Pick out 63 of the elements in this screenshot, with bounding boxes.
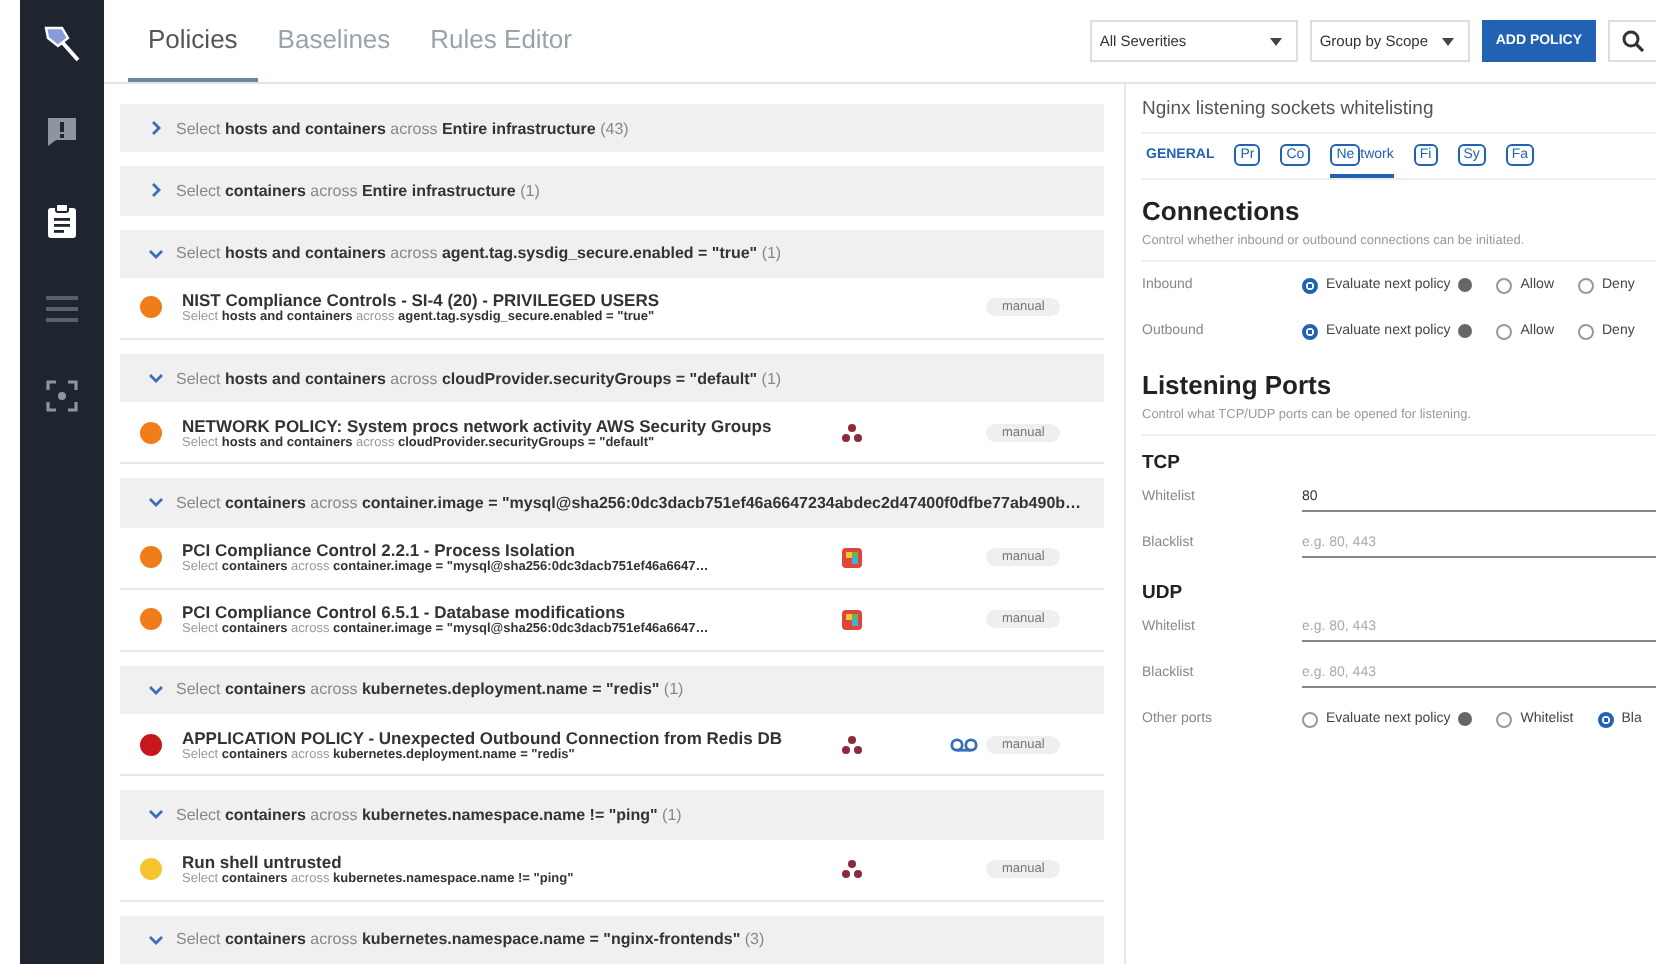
capture-icon — [46, 380, 78, 412]
help-icon — [1458, 324, 1473, 338]
clipboard-icon — [48, 203, 76, 237]
list-icon — [46, 295, 78, 321]
search-field[interactable] — [1608, 20, 1656, 62]
policy-name: NIST Compliance Controls - SI-4 (20) - PRIVILEGED USERS — [182, 290, 662, 311]
scope-title: Select containers across kubernetes.namespace.name != "ping" (1) — [176, 805, 682, 824]
chevron-right-icon — [148, 182, 164, 199]
protocol-heading: UDP — [1142, 582, 1185, 604]
radio-button[interactable] — [1578, 277, 1594, 293]
policy-name: PCI Compliance Control 6.5.1 - Database modifications — [182, 602, 626, 623]
nodes-icon — [842, 860, 862, 879]
recording-icon — [950, 737, 978, 752]
radio-button[interactable] — [1496, 277, 1513, 293]
scope-group-header[interactable]: Select containers across kubernetes.namespace.name = "nginx-frontends" (3) — [120, 915, 1104, 964]
scope-title: Select containers across kubernetes.namespace.name = "nginx-frontends" (3) — [176, 930, 765, 949]
protocol-heading: TCP — [1142, 452, 1182, 474]
nodes-icon — [842, 735, 862, 754]
caret-icon — [1441, 37, 1454, 45]
scope-group-header[interactable]: Select containers across kubernetes.deployment.name = "redis" (1) — [120, 665, 1104, 715]
nodes-icon — [842, 423, 862, 442]
chevron-right-icon — [148, 120, 164, 137]
search-icon — [1622, 30, 1644, 52]
chevron-down-icon — [148, 494, 164, 511]
scope-title: Select hosts and containers across Entire infrastructure (43) — [176, 119, 629, 138]
shovel-icon — [40, 22, 84, 66]
scope-title: Select containers across container.image = "mysql@sha256:0dc3dacb751ef46a6647234abdec2d47400f0dfbe77ab490b… — [176, 493, 1082, 512]
scope-title: Select containers across kubernetes.deployment.name = "redis" (1) — [176, 680, 684, 699]
alert-message-icon — [46, 116, 78, 148]
scope-title: Select hosts and containers across agent.tag.sysdig_secure.enabled = "true" (1) — [176, 244, 782, 263]
help-icon — [1458, 278, 1473, 292]
radio-button[interactable] — [1302, 323, 1318, 339]
radio-button[interactable] — [1302, 277, 1318, 293]
scope-group-header[interactable]: Select hosts and containers across Entire infrastructure (43) — [120, 104, 1104, 153]
chevron-down-icon — [148, 681, 164, 698]
policy-name: NETWORK POLICY: System procs network activity AWS Security Groups — [182, 415, 774, 436]
app-icon — [842, 547, 862, 568]
scope-group-header[interactable]: Select containers across container.image = "mysql@sha256:0dc3dacb751ef46a6647234abdec2d47400f0dfbe77ab490b… — [120, 478, 1104, 528]
radio-button[interactable] — [1302, 711, 1318, 727]
policy-name: APPLICATION POLICY - Unexpected Outbound Connection from Redis DB — [182, 727, 785, 748]
policy-name: Run shell untrusted — [182, 852, 342, 873]
help-icon — [1458, 712, 1473, 726]
section-heading: Connections — [1142, 196, 1302, 226]
scope-group-header[interactable]: Select containers across kubernetes.namespace.name != "ping" (1) — [120, 790, 1104, 840]
scope-title: Select containers across Entire infrastructure (1) — [176, 181, 540, 200]
radio-button[interactable] — [1597, 711, 1614, 727]
caret-icon — [1269, 37, 1282, 45]
radio-button[interactable] — [1496, 711, 1513, 727]
policy-title: Nginx listening sockets whitelisting — [1142, 84, 1656, 134]
radio-button[interactable] — [1496, 323, 1513, 339]
scope-title: Select hosts and containers across cloudProvider.securityGroups = "default" (1) — [176, 369, 782, 388]
scope-group-header[interactable]: Select hosts and containers across cloudProvider.securityGroups = "default" (1) — [120, 353, 1104, 403]
scope-group-header[interactable]: Select containers across Entire infrastructure (1) — [120, 166, 1104, 216]
scope-group-header[interactable]: Select hosts and containers across agent.tag.sysdig_secure.enabled = "true" (1) — [120, 229, 1104, 278]
chevron-down-icon — [148, 806, 164, 823]
section-heading: Listening Ports — [1142, 370, 1334, 400]
chevron-down-icon — [148, 245, 164, 262]
radio-button[interactable] — [1578, 323, 1594, 339]
app-icon — [842, 609, 862, 630]
chevron-down-icon — [148, 370, 164, 387]
chevron-down-icon — [148, 931, 164, 948]
tab[interactable]: Policies — [128, 0, 258, 82]
policy-name: PCI Compliance Control 2.2.1 - Process Isolation — [182, 540, 575, 561]
